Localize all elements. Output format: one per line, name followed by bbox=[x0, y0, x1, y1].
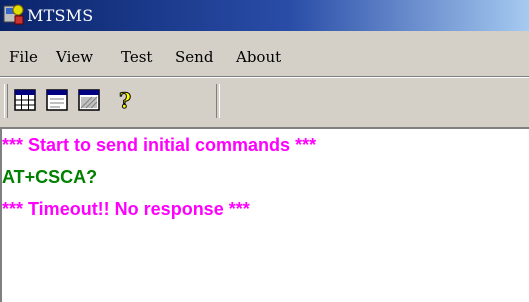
menu-send[interactable]: Send bbox=[175, 48, 213, 66]
window-title: MTSMS bbox=[27, 6, 94, 25]
menu-view[interactable]: View bbox=[56, 48, 93, 66]
log-output[interactable]: *** Start to send initial commands *** A… bbox=[0, 127, 529, 302]
title-bar: MTSMS bbox=[0, 0, 529, 31]
svg-text:?: ? bbox=[119, 88, 131, 112]
menu-file[interactable]: File bbox=[9, 48, 38, 66]
log-line-command: AT+CSCA? bbox=[2, 167, 98, 187]
table-grid-icon[interactable] bbox=[14, 88, 36, 112]
toolbar: ? bbox=[0, 77, 529, 126]
hatched-window-icon[interactable] bbox=[78, 88, 100, 112]
log-line-status: *** Timeout!! No response *** bbox=[2, 199, 250, 219]
log-line-status: *** Start to send initial commands *** bbox=[2, 135, 317, 155]
toolbar-separator bbox=[216, 84, 220, 118]
toolbar-grip[interactable] bbox=[4, 84, 8, 118]
menu-about[interactable]: About bbox=[236, 48, 281, 66]
app-icon[interactable] bbox=[3, 2, 25, 26]
menu-bar: File View Test Send About bbox=[0, 31, 529, 77]
window-icon[interactable] bbox=[46, 88, 68, 112]
help-question-icon[interactable]: ? bbox=[114, 88, 136, 112]
menu-test[interactable]: Test bbox=[121, 48, 152, 66]
